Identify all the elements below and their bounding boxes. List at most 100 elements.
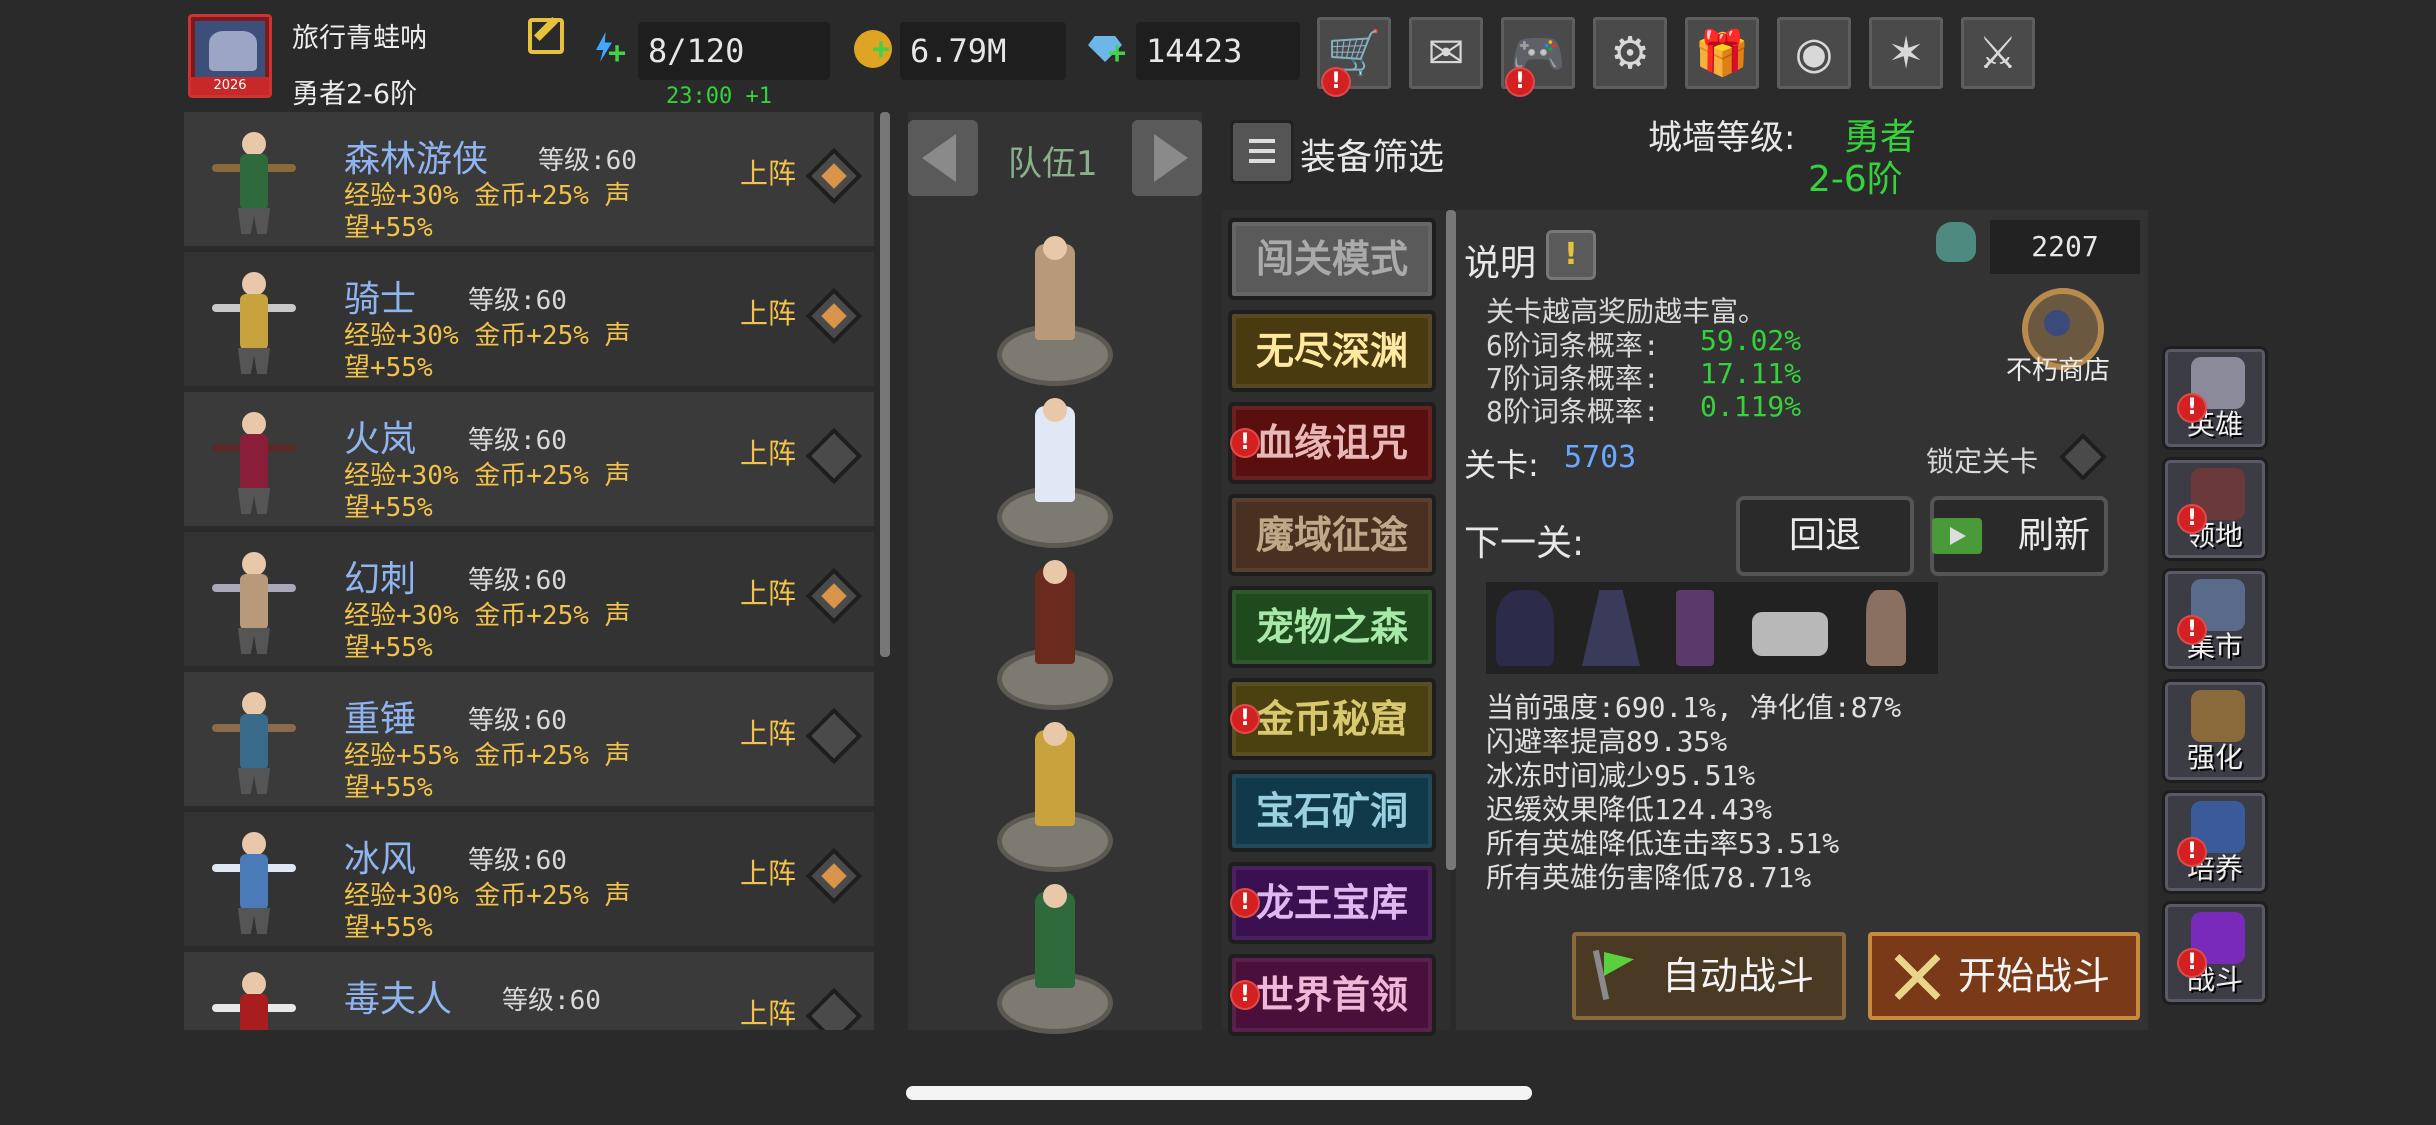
gift-icon: 🎁 (1694, 28, 1750, 79)
hero-bonus: 经验+30% 金币+25% 声望+55% (344, 180, 744, 244)
hero-level: 等级:60 (468, 700, 567, 737)
info-help-button[interactable]: ! (1546, 230, 1596, 280)
side-nav-market[interactable]: 集市! (2162, 568, 2268, 672)
side-nav-chalice[interactable]: 培养! (2162, 790, 2268, 894)
mode-button[interactable]: 魔域征途 (1228, 494, 1436, 576)
hero-bonus-fame-prefix: 声 (604, 321, 631, 351)
hero-row[interactable]: 毒夫人 等级:60 上阵 (184, 952, 874, 1030)
mail-icon: ✉ (1427, 27, 1465, 79)
hero-list[interactable]: 森林游侠 等级:60 经验+30% 金币+25% 声望+55% 上阵 骑士 等级:60 经验… (184, 112, 890, 1030)
mode-button[interactable]: 龙王宝库! (1228, 862, 1436, 944)
next-stage-label: 下一关: (1464, 523, 1585, 564)
home-indicator[interactable] (906, 1086, 1532, 1100)
deploy-toggle[interactable] (805, 147, 863, 205)
edit-name-icon[interactable] (528, 18, 564, 54)
tier-probability-value: 59.02% (1700, 324, 1802, 357)
hero-head-icon (242, 132, 266, 156)
team-slot[interactable] (993, 398, 1117, 548)
avatar-face (209, 31, 257, 71)
alert-badge-icon: ! (1505, 67, 1535, 97)
hero-row[interactable]: 火岚 等级:60 经验+30% 金币+25% 声望+55% 上阵 (184, 392, 874, 526)
start-battle-label: 开始战斗 (1958, 954, 2111, 998)
mail-button[interactable]: ✉ (1406, 14, 1486, 92)
hero-bonus-fame: 望+55% (344, 353, 433, 383)
enemy-warrior-icon (1866, 590, 1906, 666)
hero-name: 毒夫人 (344, 979, 453, 1020)
hero-bonus-fame: 望+55% (344, 633, 433, 663)
refresh-label: 刷新 (2017, 515, 2090, 556)
firework-button[interactable]: ✶ (1866, 14, 1946, 92)
side-nav-portal[interactable]: 战斗! (2162, 901, 2268, 1005)
team-slot[interactable] (993, 884, 1117, 1034)
hero-list-scrollbar[interactable] (880, 112, 890, 657)
deploy-toggle[interactable] (805, 287, 863, 345)
hero-body-icon (240, 994, 268, 1030)
hero-bonus-gold: 金币+25% (474, 881, 589, 911)
cart-button[interactable]: 🛒! (1314, 14, 1394, 97)
gamepad-button[interactable]: 🎮! (1498, 14, 1578, 97)
team-slot[interactable] (993, 560, 1117, 710)
hero-row[interactable]: 森林游侠 等级:60 经验+30% 金币+25% 声望+55% 上阵 (184, 112, 874, 246)
color-wheel-button[interactable]: ◉ (1774, 14, 1854, 92)
mode-button[interactable]: 宠物之森 (1228, 586, 1436, 668)
team-next-arrow-icon[interactable] (1132, 120, 1202, 196)
mode-label: 魔域征途 (1255, 513, 1408, 557)
team-prev-arrow-icon[interactable] (908, 120, 978, 196)
hero-row[interactable]: 幻刺 等级:60 经验+30% 金币+25% 声望+55% 上阵 (184, 532, 874, 666)
hero-row[interactable]: 骑士 等级:60 经验+30% 金币+25% 声望+55% 上阵 (184, 252, 874, 386)
hero-level-prefix: 等级: (468, 286, 536, 316)
deploy-label: 上阵 (740, 437, 797, 470)
gift-button[interactable]: 🎁 (1682, 14, 1762, 92)
hero-bonus-fame-prefix: 声 (604, 741, 631, 771)
immortal-shop-label[interactable]: 不朽商店 (2006, 350, 2110, 387)
avatar-badge: 2026 (191, 77, 269, 95)
mode-label: 龙王宝库 (1255, 881, 1408, 925)
start-battle-button[interactable]: 开始战斗 (1868, 932, 2140, 1020)
mode-button[interactable]: 无尽深渊 (1228, 310, 1436, 392)
player-avatar[interactable]: 2026 (188, 14, 272, 98)
hero-sprite-icon (208, 124, 298, 236)
mode-button[interactable]: 世界首领! (1228, 954, 1436, 1036)
equipment-filter-button[interactable] (1230, 120, 1294, 184)
hero-level: 等级:60 (468, 560, 567, 597)
auto-battle-label: 自动战斗 (1662, 954, 1815, 998)
gear-button[interactable]: ⚙ (1590, 14, 1670, 92)
hero-bonus-exp: 经验+30% (344, 461, 459, 491)
hero-bonus-fame-prefix: 声 (604, 601, 631, 631)
deploy-toggle[interactable] (805, 987, 863, 1030)
team-slot[interactable] (993, 236, 1117, 386)
back-button[interactable]: 回退 (1736, 496, 1914, 576)
side-nav-crystal[interactable]: 强化 (2162, 679, 2268, 783)
gem-add-icon[interactable] (1088, 30, 1126, 71)
mode-button[interactable]: 宝石矿洞 (1228, 770, 1436, 852)
side-nav-helmet[interactable]: 英雄! (2162, 346, 2268, 450)
hero-row[interactable]: 重锤 等级:60 经验+55% 金币+25% 声望+55% 上阵 (184, 672, 874, 806)
mode-button[interactable]: 血缘诅咒! (1228, 402, 1436, 484)
team-label: 队伍1 (1008, 144, 1098, 184)
team-slot[interactable] (993, 722, 1117, 872)
team-hero-head-icon (1043, 884, 1067, 908)
mode-button[interactable]: 闯关模式 (1228, 218, 1436, 300)
hero-sprite-icon (208, 964, 298, 1030)
auto-battle-button[interactable]: 自动战斗 (1572, 932, 1846, 1020)
hero-level: 等级:60 (538, 140, 637, 177)
color-wheel-icon: ◉ (1794, 27, 1834, 79)
crossed-swords-button[interactable]: ⚔ (1958, 14, 2038, 92)
deploy-toggle[interactable] (805, 847, 863, 905)
gold-add-icon[interactable] (854, 30, 892, 68)
alert-badge-icon: ! (2177, 615, 2207, 645)
mode-list-scrollbar[interactable] (1446, 210, 1456, 870)
side-nav-castle[interactable]: 领地! (2162, 457, 2268, 561)
energy-add-icon[interactable] (592, 30, 630, 71)
wall-level-tier: 2-6阶 (1808, 159, 1903, 200)
enemy-skeleton-beast-icon (1752, 612, 1828, 656)
deploy-toggle[interactable] (805, 707, 863, 765)
deploy-label: 上阵 (740, 157, 797, 190)
deploy-toggle[interactable] (805, 567, 863, 625)
deploy-toggle[interactable] (805, 427, 863, 485)
mode-list[interactable]: 闯关模式无尽深渊血缘诅咒! 魔域征途宠物之森金币秘窟! 宝石矿洞龙王宝库! 世界首领! (1222, 210, 1450, 1036)
mode-button[interactable]: 金币秘窟! (1228, 678, 1436, 760)
hero-row[interactable]: 冰风 等级:60 经验+30% 金币+25% 声望+55% 上阵 (184, 812, 874, 946)
hero-name: 骑士 (344, 279, 417, 320)
hero-body-icon (240, 154, 268, 210)
